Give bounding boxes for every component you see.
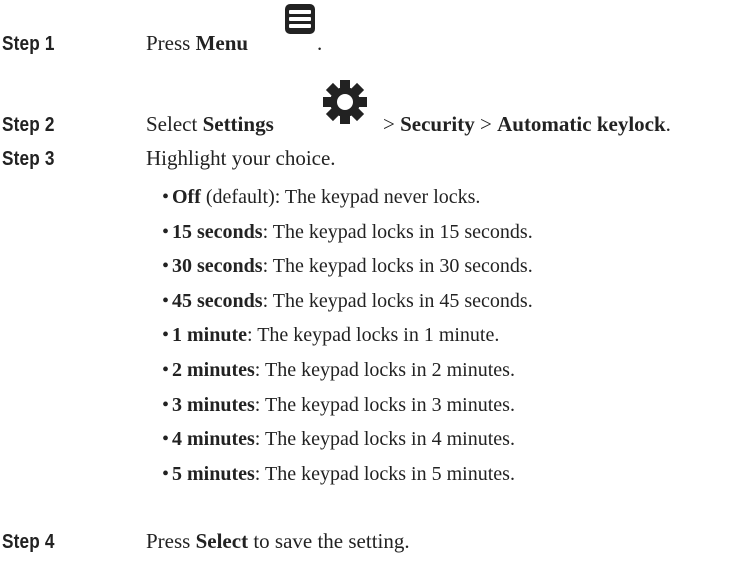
option-desc: : The keypad locks in 1 minute. bbox=[247, 324, 500, 347]
bullet: • bbox=[162, 428, 170, 451]
option-desc: : The keypad locks in 15 seconds. bbox=[262, 220, 533, 243]
select-term: Select bbox=[195, 529, 249, 553]
list-item: • 1 minute: The keypad locks in 1 minute. bbox=[162, 323, 533, 358]
option-name: 4 minutes bbox=[172, 428, 255, 451]
keylock-options-list: • Off (default): The keypad never locks. … bbox=[162, 185, 533, 496]
step-4-post: to save the setting. bbox=[248, 529, 410, 553]
list-item: • 5 minutes: The keypad locks in 5 minute… bbox=[162, 462, 533, 497]
bullet: • bbox=[162, 186, 170, 208]
option-desc: : The keypad locks in 4 minutes. bbox=[254, 428, 515, 451]
step-4-text: Press Select to save the setting. bbox=[146, 529, 410, 554]
step-3-text: Highlight your choice. bbox=[146, 146, 336, 170]
list-item: • 45 seconds: The keypad locks in 45 seco… bbox=[162, 289, 533, 324]
option-name: 2 minutes bbox=[172, 358, 255, 381]
bullet: • bbox=[162, 462, 170, 485]
bullet: • bbox=[162, 358, 170, 381]
step-3-label: Step 3 bbox=[2, 148, 55, 170]
settings-term: Settings bbox=[202, 112, 274, 136]
option-desc: (default): The keypad never locks. bbox=[200, 186, 481, 208]
step-1-post: . bbox=[317, 31, 323, 55]
list-item: • Off (default): The keypad never locks. bbox=[162, 185, 533, 220]
step-4-label: Step 4 bbox=[2, 531, 55, 553]
option-name: 45 seconds bbox=[172, 289, 263, 312]
step-2-label: Step 2 bbox=[2, 114, 55, 136]
option-name: 30 seconds bbox=[172, 255, 263, 278]
menu-term: Menu bbox=[195, 31, 249, 55]
step-2-pre: Select bbox=[146, 112, 203, 136]
option-name: Off bbox=[172, 186, 201, 208]
step-2-text-a: Select Settings bbox=[146, 112, 274, 137]
list-item: • 4 minutes: The keypad locks in 4 minute… bbox=[162, 427, 533, 462]
step-2-sep2: > bbox=[474, 112, 498, 136]
option-name: 15 seconds bbox=[172, 220, 263, 243]
bullet: • bbox=[162, 255, 170, 278]
step-1-label: Step 1 bbox=[2, 33, 55, 55]
step-1-pre: Press bbox=[146, 31, 196, 55]
option-desc: : The keypad locks in 2 minutes. bbox=[254, 358, 515, 381]
option-name: 1 minute bbox=[172, 324, 247, 347]
step-2-text-b: > Security > Automatic keylock. bbox=[383, 112, 671, 137]
list-item: • 2 minutes: The keypad locks in 2 minute… bbox=[162, 358, 533, 393]
bullet: • bbox=[162, 289, 170, 312]
bullet: • bbox=[162, 393, 170, 416]
step-2-sep1: > bbox=[383, 112, 401, 136]
menu-icon bbox=[284, 3, 316, 40]
option-desc: : The keypad locks in 30 seconds. bbox=[262, 255, 533, 278]
step-4-pre: Press bbox=[146, 529, 196, 553]
option-name: 3 minutes bbox=[172, 393, 255, 416]
option-desc: : The keypad locks in 3 minutes. bbox=[254, 393, 515, 416]
option-name: 5 minutes bbox=[172, 462, 255, 485]
gear-icon bbox=[312, 78, 378, 131]
option-desc: : The keypad locks in 5 minutes. bbox=[254, 462, 515, 485]
step-1-text: Press Menu bbox=[146, 31, 248, 56]
step-2-post: . bbox=[665, 112, 671, 136]
list-item: • 30 seconds: The keypad locks in 30 seco… bbox=[162, 254, 533, 289]
bullet: • bbox=[162, 324, 170, 347]
list-item: • 15 seconds: The keypad locks in 15 seco… bbox=[162, 220, 533, 255]
automatic-keylock-term: Automatic keylock bbox=[497, 112, 666, 136]
bullet: • bbox=[162, 220, 170, 243]
security-term: Security bbox=[400, 112, 475, 136]
option-desc: : The keypad locks in 45 seconds. bbox=[262, 289, 533, 312]
list-item: • 3 minutes: The keypad locks in 3 minute… bbox=[162, 393, 533, 428]
